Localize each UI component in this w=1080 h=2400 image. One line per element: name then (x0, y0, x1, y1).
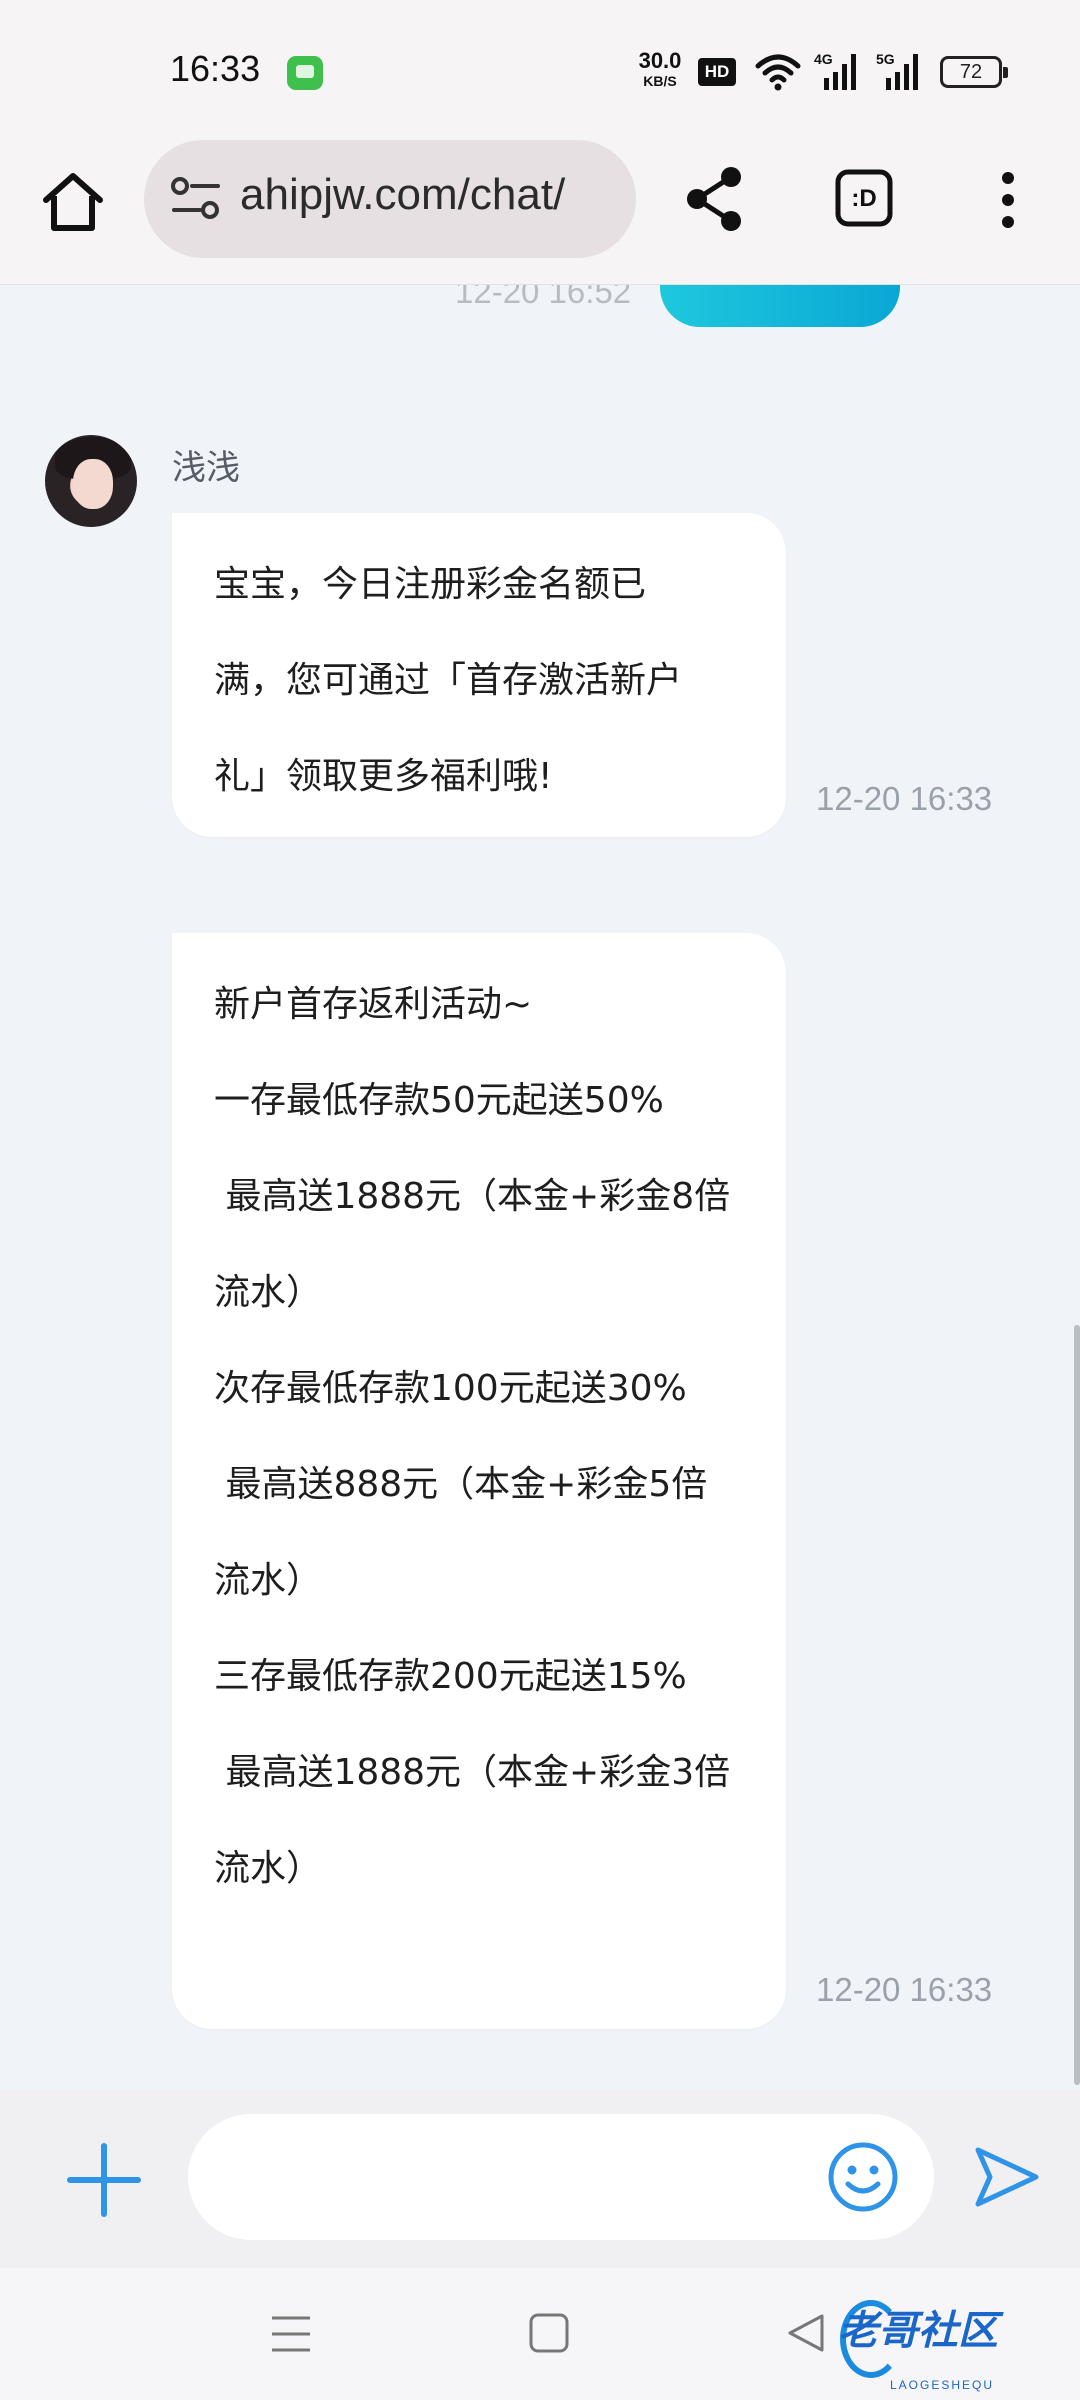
url-text[interactable]: ahipjw.com/chat/ (240, 170, 565, 220)
hd-badge: HD (698, 58, 736, 86)
tab-switcher-icon[interactable]: :D (834, 168, 894, 228)
plus-icon[interactable] (66, 2142, 142, 2218)
send-icon[interactable] (972, 2142, 1042, 2212)
outgoing-message-bubble (660, 285, 900, 327)
battery-indicator: 72 (940, 56, 1008, 88)
emoji-icon[interactable] (826, 2140, 900, 2214)
wifi-icon (755, 54, 801, 91)
message-line: 满，您可通过「首存激活新户 (214, 660, 683, 701)
home-square-icon[interactable] (528, 2312, 570, 2354)
message-time: 12-20 16:33 (816, 1971, 993, 2008)
message-line: 流水） (214, 1272, 323, 1313)
scrollbar[interactable] (1074, 1325, 1080, 2085)
more-icon[interactable] (993, 170, 1023, 230)
signal-4g-icon: 4G (814, 51, 856, 90)
message-line: 最高送1888元（本金+彩金8倍 (214, 1176, 731, 1217)
home-icon[interactable] (38, 168, 108, 234)
site-settings-icon[interactable] (170, 176, 222, 222)
message-time: 12-20 16:33 (816, 780, 993, 817)
network-speed-value: 30.0 (638, 48, 682, 73)
message-line: 礼」领取更多福利哦! (214, 756, 553, 797)
status-time: 16:33 (170, 48, 261, 89)
message-line: 最高送888元（本金+彩金5倍 (214, 1464, 708, 1505)
share-icon[interactable] (683, 164, 747, 234)
message-line: 次存最低存款100元起送30% (214, 1368, 687, 1409)
message-line: 流水） (214, 1560, 323, 1601)
status-bar: 16:33 30.0 KB/S HD 4G 5G 72 (0, 0, 1080, 140)
message-line: 新户首存返利活动~ (214, 984, 533, 1025)
message-notification-icon (287, 56, 323, 90)
menu-icon[interactable] (270, 2314, 312, 2354)
message-input[interactable] (188, 2114, 934, 2240)
message-line: 一存最低存款50元起送50% (214, 1080, 664, 1121)
message-line: 流水） (214, 1848, 323, 1889)
back-icon[interactable] (786, 2312, 826, 2354)
previous-message-time: 12-20 16:52 (455, 285, 632, 310)
browser-toolbar: ahipjw.com/chat/ :D (0, 140, 1080, 285)
svg-text:5G: 5G (876, 51, 895, 67)
signal-5g-icon: 5G (876, 51, 918, 90)
message-line: 最高送1888元（本金+彩金3倍 (214, 1752, 731, 1793)
chat-area[interactable]: 12-20 16:52 浅浅 宝宝，今日注册彩金名额已 满，您可通过「首存激活新… (0, 285, 1080, 2090)
message-line: 三存最低存款200元起送15% (214, 1656, 687, 1697)
network-speed-unit: KB/S (643, 73, 677, 89)
sender-name: 浅浅 (172, 448, 240, 488)
address-bar[interactable]: ahipjw.com/chat/ (144, 140, 636, 258)
avatar[interactable] (45, 435, 137, 527)
watermark: 老哥社区 (838, 2308, 998, 2354)
incoming-message-bubble[interactable]: 新户首存返利活动~ 一存最低存款50元起送50% 最高送1888元（本金+彩金8… (172, 933, 786, 2029)
watermark-sub: LAOGESHEQU (890, 2378, 995, 2392)
message-line: 宝宝，今日注册彩金名额已 (214, 564, 647, 605)
svg-text::D: :D (851, 185, 876, 212)
svg-text:4G: 4G (814, 51, 833, 67)
incoming-message-bubble[interactable]: 宝宝，今日注册彩金名额已 满，您可通过「首存激活新户 礼」领取更多福利哦! (172, 513, 786, 837)
message-input-bar (0, 2090, 1080, 2268)
network-speed: 30.0 KB/S (630, 48, 690, 89)
